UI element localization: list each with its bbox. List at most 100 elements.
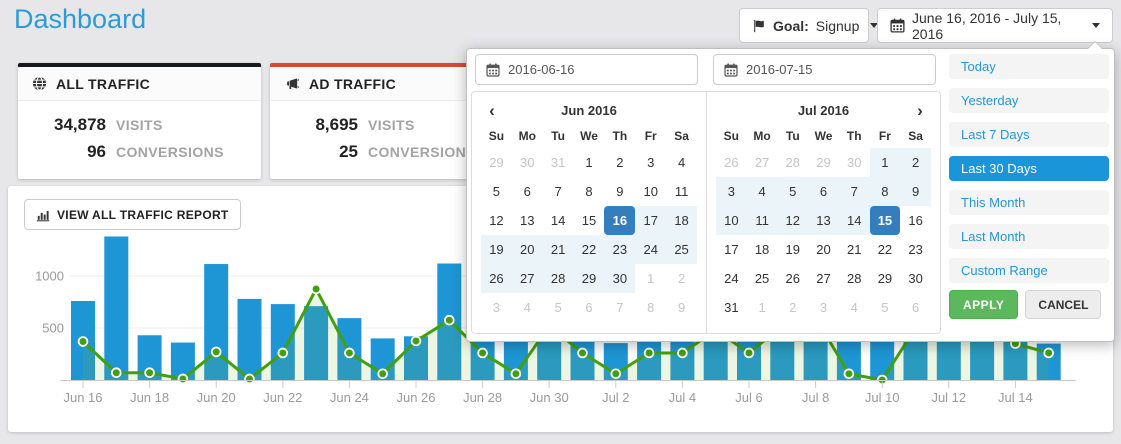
calendar-day-selected[interactable]: 15 xyxy=(870,206,901,235)
range-option-last-month[interactable]: Last Month xyxy=(949,224,1109,249)
calendar-day[interactable]: 29 xyxy=(870,264,901,293)
calendar-day[interactable]: 2 xyxy=(604,148,635,177)
calendar-day[interactable]: 10 xyxy=(635,177,666,206)
calendar-day[interactable]: 15 xyxy=(574,206,605,235)
next-month-button[interactable]: › xyxy=(909,98,931,124)
goal-selector-button[interactable]: Goal: Signup xyxy=(739,8,869,43)
calendar-day[interactable]: 5 xyxy=(777,177,808,206)
calendar-day[interactable]: 28 xyxy=(543,264,574,293)
calendar-day[interactable]: 21 xyxy=(839,235,870,264)
calendar-day[interactable]: 19 xyxy=(777,235,808,264)
calendar-day[interactable]: 5 xyxy=(870,293,901,322)
calendar-day[interactable]: 12 xyxy=(481,206,512,235)
calendar-day[interactable]: 8 xyxy=(870,177,901,206)
calendar-day[interactable]: 20 xyxy=(512,235,543,264)
cancel-button[interactable]: CANCEL xyxy=(1025,290,1101,319)
calendar-day[interactable]: 1 xyxy=(574,148,605,177)
calendar-day[interactable]: 13 xyxy=(808,206,839,235)
calendar-day[interactable]: 8 xyxy=(635,293,666,322)
calendar-day[interactable]: 4 xyxy=(666,148,697,177)
calendar-day[interactable]: 27 xyxy=(808,264,839,293)
calendar-day[interactable]: 17 xyxy=(635,206,666,235)
calendar-day[interactable]: 29 xyxy=(808,148,839,177)
calendar-day[interactable]: 11 xyxy=(747,206,778,235)
calendar-day[interactable]: 25 xyxy=(666,235,697,264)
calendar-day[interactable]: 11 xyxy=(666,177,697,206)
calendar-day[interactable]: 6 xyxy=(900,293,931,322)
calendar-day[interactable]: 4 xyxy=(747,177,778,206)
calendar-day[interactable]: 4 xyxy=(839,293,870,322)
calendar-day[interactable]: 3 xyxy=(481,293,512,322)
calendar-day[interactable]: 14 xyxy=(839,206,870,235)
calendar-day[interactable]: 22 xyxy=(574,235,605,264)
range-option-last-30-days[interactable]: Last 30 Days xyxy=(949,156,1109,181)
calendar-day[interactable]: 19 xyxy=(481,235,512,264)
prev-month-button[interactable]: ‹ xyxy=(481,98,503,124)
calendar-day[interactable]: 5 xyxy=(543,293,574,322)
view-all-traffic-report-button[interactable]: VIEW ALL TRAFFIC REPORT xyxy=(24,199,241,230)
calendar-day[interactable]: 17 xyxy=(716,235,747,264)
calendar-day[interactable]: 26 xyxy=(481,264,512,293)
calendar-day[interactable]: 29 xyxy=(481,148,512,177)
calendar-day[interactable]: 24 xyxy=(716,264,747,293)
calendar-day[interactable]: 18 xyxy=(747,235,778,264)
range-option-today[interactable]: Today xyxy=(949,54,1109,79)
calendar-day[interactable]: 6 xyxy=(574,293,605,322)
end-date-input[interactable]: 2016-07-15 xyxy=(713,54,936,85)
range-option-this-month[interactable]: This Month xyxy=(949,190,1109,215)
calendar-day[interactable]: 3 xyxy=(808,293,839,322)
calendar-day[interactable]: 12 xyxy=(777,206,808,235)
range-option-last-7-days[interactable]: Last 7 Days xyxy=(949,122,1109,147)
calendar-day[interactable]: 30 xyxy=(900,264,931,293)
start-date-input[interactable]: 2016-06-16 xyxy=(475,54,698,85)
range-option-custom-range[interactable]: Custom Range xyxy=(949,258,1109,283)
calendar-day[interactable]: 20 xyxy=(808,235,839,264)
calendar-day[interactable]: 4 xyxy=(512,293,543,322)
calendar-day[interactable]: 30 xyxy=(512,148,543,177)
calendar-day[interactable]: 14 xyxy=(543,206,574,235)
calendar-day[interactable]: 7 xyxy=(543,177,574,206)
calendar-day[interactable]: 18 xyxy=(666,206,697,235)
date-range-button[interactable]: June 16, 2016 - July 15, 2016 xyxy=(877,8,1113,43)
calendar-day[interactable]: 9 xyxy=(604,177,635,206)
calendar-day[interactable]: 27 xyxy=(512,264,543,293)
calendar-day[interactable]: 26 xyxy=(716,148,747,177)
calendar-day[interactable]: 7 xyxy=(839,177,870,206)
calendar-day-selected[interactable]: 16 xyxy=(604,206,635,235)
calendar-day[interactable]: 13 xyxy=(512,206,543,235)
calendar-day[interactable]: 16 xyxy=(900,206,931,235)
calendar-day[interactable]: 6 xyxy=(808,177,839,206)
calendar-day[interactable]: 27 xyxy=(747,148,778,177)
calendar-day[interactable]: 3 xyxy=(716,177,747,206)
calendar-day[interactable]: 5 xyxy=(481,177,512,206)
calendar-day[interactable]: 22 xyxy=(870,235,901,264)
calendar-day[interactable]: 9 xyxy=(900,177,931,206)
calendar-day[interactable]: 26 xyxy=(777,264,808,293)
calendar-day[interactable]: 23 xyxy=(604,235,635,264)
calendar-day[interactable]: 30 xyxy=(839,148,870,177)
calendar-day[interactable]: 8 xyxy=(574,177,605,206)
calendar-day[interactable]: 24 xyxy=(635,235,666,264)
calendar-day[interactable]: 6 xyxy=(512,177,543,206)
calendar-day[interactable]: 7 xyxy=(604,293,635,322)
calendar-day[interactable]: 1 xyxy=(870,148,901,177)
calendar-day[interactable]: 28 xyxy=(777,148,808,177)
calendar-day[interactable]: 29 xyxy=(574,264,605,293)
calendar-day[interactable]: 25 xyxy=(747,264,778,293)
range-option-yesterday[interactable]: Yesterday xyxy=(949,88,1109,113)
calendar-day[interactable]: 3 xyxy=(635,148,666,177)
calendar-day[interactable]: 23 xyxy=(900,235,931,264)
calendar-day[interactable]: 2 xyxy=(900,148,931,177)
apply-button[interactable]: APPLY xyxy=(949,290,1018,319)
calendar-day[interactable]: 31 xyxy=(716,293,747,322)
calendar-day[interactable]: 28 xyxy=(839,264,870,293)
calendar-day[interactable]: 10 xyxy=(716,206,747,235)
calendar-day[interactable]: 1 xyxy=(747,293,778,322)
calendar-day[interactable]: 2 xyxy=(666,264,697,293)
calendar-day[interactable]: 31 xyxy=(543,148,574,177)
calendar-day[interactable]: 1 xyxy=(635,264,666,293)
calendar-day[interactable]: 9 xyxy=(666,293,697,322)
calendar-day[interactable]: 30 xyxy=(604,264,635,293)
calendar-day[interactable]: 2 xyxy=(777,293,808,322)
calendar-day[interactable]: 21 xyxy=(543,235,574,264)
